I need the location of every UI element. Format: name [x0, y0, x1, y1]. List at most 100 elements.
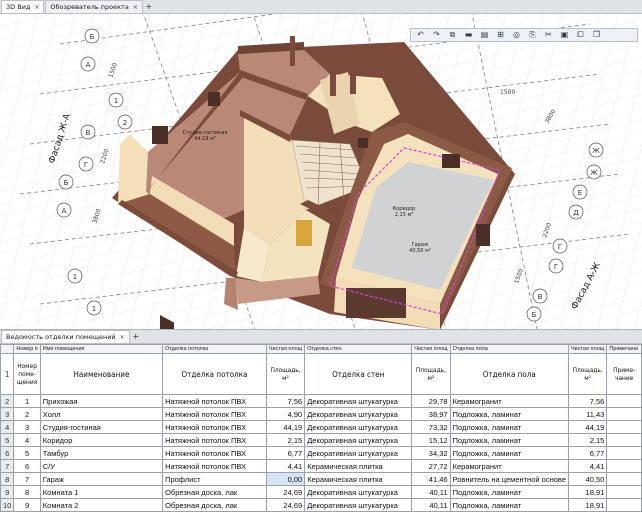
- row-number[interactable]: 7: [0, 459, 15, 473]
- cell-floor-finish[interactable]: Подложка, ламинат: [449, 433, 569, 447]
- header-cell[interactable]: Отделка потолка: [162, 353, 267, 395]
- cell-room-name[interactable]: Тамбур: [39, 446, 164, 460]
- column-header[interactable]: Отделка потолка: [162, 344, 267, 354]
- column-header[interactable]: Чистая площ: [411, 344, 451, 354]
- table-row[interactable]: 9 8 Комната 1 Обрезная доска, лак 24,69 Декор…: [0, 485, 642, 499]
- cell-room-name[interactable]: Коридор: [39, 433, 164, 447]
- cell-floor-finish[interactable]: Подложка, ламинат: [449, 485, 569, 499]
- layers-icon[interactable]: ⧉: [446, 30, 459, 40]
- cell-room-number[interactable]: 3: [13, 420, 41, 434]
- cell-ceiling-finish[interactable]: Натяжной потолок ПВХ: [162, 420, 267, 434]
- add-tab-icon[interactable]: +: [130, 330, 142, 343]
- cell-wall-area[interactable]: 40,11: [411, 498, 451, 512]
- cell-note[interactable]: [606, 433, 642, 447]
- cell-wall-finish[interactable]: Декоративная штукатурка: [304, 407, 413, 421]
- cell-floor-area[interactable]: 18,91: [567, 485, 608, 499]
- cell-ceiling-finish[interactable]: Натяжной потолок ПВХ: [162, 446, 267, 460]
- cell-note[interactable]: [606, 420, 642, 434]
- close-icon[interactable]: ×: [34, 4, 39, 11]
- table-row[interactable]: 10 9 Комната 2 Обрезная доска, лак 24,69 Деко…: [0, 498, 642, 512]
- cell-wall-area[interactable]: 73,32: [411, 420, 451, 434]
- paste-icon[interactable]: ⧠: [574, 30, 587, 40]
- cell-note[interactable]: [606, 407, 642, 421]
- cell-ceiling-area[interactable]: 24,69: [265, 485, 306, 499]
- cell-room-number[interactable]: 9: [13, 498, 41, 512]
- cell-ceiling-area[interactable]: 6,77: [265, 446, 306, 460]
- cell-floor-finish[interactable]: Керамогранит: [449, 459, 569, 473]
- row-number[interactable]: 8: [0, 472, 15, 486]
- cell-wall-area[interactable]: 38,97: [411, 407, 451, 421]
- table-row[interactable]: 4 3 Студия-гостиная Натяжной потолок ПВХ 44,…: [0, 420, 642, 434]
- cell-wall-finish[interactable]: Керамическая плитка: [304, 459, 413, 473]
- table-row[interactable]: 8 7 Гараж Профлист 0,00 Керамическая плитка 41…: [0, 472, 642, 486]
- tab-room-finish-schedule[interactable]: Ведомость отделки помещений ×: [1, 330, 130, 343]
- cell-wall-finish[interactable]: Декоративная штукатурка: [304, 420, 413, 434]
- cell-room-number[interactable]: 5: [13, 446, 41, 460]
- row-number[interactable]: 4: [0, 420, 15, 434]
- table-row[interactable]: 7 6 С/У Натяжной потолок ПВХ 4,41 Керамическа…: [0, 459, 642, 473]
- table-row[interactable]: 6 5 Тамбур Натяжной потолок ПВХ 6,77 Декорати…: [0, 446, 642, 460]
- cell-wall-finish[interactable]: Декоративная штукатурка: [304, 446, 413, 460]
- cell-note[interactable]: [606, 485, 642, 499]
- header-cell[interactable]: Площадь, м²: [265, 353, 306, 395]
- cell-room-number[interactable]: 7: [13, 472, 41, 486]
- cell-ceiling-area[interactable]: 7,56: [265, 394, 306, 408]
- cell-floor-finish[interactable]: Ровнитель на цементной основе: [449, 472, 569, 486]
- row-number[interactable]: 3: [0, 407, 15, 421]
- column-header[interactable]: Номер п: [13, 344, 41, 354]
- cell-ceiling-finish[interactable]: Натяжной потолок ПВХ: [162, 394, 267, 408]
- column-header[interactable]: Примечани: [606, 344, 642, 354]
- header-cell[interactable]: Номер поме-щения: [13, 353, 41, 395]
- cell-ceiling-finish[interactable]: Натяжной потолок ПВХ: [162, 459, 267, 473]
- cell-wall-area[interactable]: 41,46: [411, 472, 451, 486]
- cell-wall-area[interactable]: 34,32: [411, 446, 451, 460]
- column-header[interactable]: Чистая площ: [567, 344, 608, 354]
- cell-floor-area[interactable]: 4,41: [567, 459, 608, 473]
- cell-floor-finish[interactable]: Подложка, ламинат: [449, 420, 569, 434]
- header-cell[interactable]: Наименование: [39, 353, 164, 395]
- cell-wall-area[interactable]: 15,12: [411, 433, 451, 447]
- row-number[interactable]: 6: [0, 446, 15, 460]
- header-cell[interactable]: Приме-чание: [606, 353, 642, 395]
- close-icon[interactable]: ×: [120, 334, 125, 341]
- copy-icon[interactable]: ⎘: [526, 30, 539, 40]
- cell-floor-finish[interactable]: Подложка, ламинат: [449, 498, 569, 512]
- table-row[interactable]: 2 1 Прихожая Натяжной потолок ПВХ 7,56 Декора…: [0, 394, 642, 408]
- cell-note[interactable]: [606, 472, 642, 486]
- cell-ceiling-finish[interactable]: Натяжной потолок ПВХ: [162, 407, 267, 421]
- cell-wall-finish[interactable]: Декоративная штукатурка: [304, 433, 413, 447]
- cell-floor-area[interactable]: 40,50: [567, 472, 608, 486]
- floor-plan-icon[interactable]: ▬: [462, 30, 475, 40]
- row-number[interactable]: 1: [0, 353, 15, 395]
- cell-note[interactable]: [606, 446, 642, 460]
- header-cell[interactable]: Площадь, м²: [411, 353, 451, 395]
- close-icon[interactable]: ×: [133, 4, 138, 11]
- cell-ceiling-finish[interactable]: Обрезная доска, лак: [162, 485, 267, 499]
- cell-floor-area[interactable]: 6,77: [567, 446, 608, 460]
- cell-wall-area[interactable]: 27,72: [411, 459, 451, 473]
- cell-wall-finish[interactable]: Декоративная штукатурка: [304, 498, 413, 512]
- cell-note[interactable]: [606, 498, 642, 512]
- row-number[interactable]: 10: [0, 498, 15, 512]
- cell-floor-finish[interactable]: Подложка, ламинат: [449, 407, 569, 421]
- header-cell[interactable]: Площадь, м²: [567, 353, 608, 395]
- column-header[interactable]: Отделка пола: [449, 344, 569, 354]
- column-header[interactable]: Отделка стен: [304, 344, 413, 354]
- cell-floor-finish[interactable]: Подложка, ламинат: [449, 446, 569, 460]
- 3d-viewport[interactable]: Б А В Г Б А 1 1 1 2 Ж Ж Е Д Г Г В Б 1500…: [0, 14, 642, 330]
- cell-room-name[interactable]: Прихожая: [39, 394, 164, 408]
- scissors-icon[interactable]: ✂: [542, 30, 555, 40]
- column-header[interactable]: Имя помещения: [39, 344, 164, 354]
- tab-3d-view[interactable]: 3D Вид ×: [1, 0, 45, 13]
- section-icon[interactable]: ▤: [478, 30, 491, 40]
- group-icon[interactable]: ⊞: [494, 30, 507, 40]
- header-cell[interactable]: Отделка пола: [449, 353, 569, 395]
- cell-room-number[interactable]: 1: [13, 394, 41, 408]
- cell-ceiling-area[interactable]: 44,19: [265, 420, 306, 434]
- rotate-left-icon[interactable]: ↶: [414, 30, 427, 40]
- cell-room-name[interactable]: Комната 1: [39, 485, 164, 499]
- cell-ceiling-area[interactable]: 0,00: [265, 472, 306, 486]
- cell-room-name[interactable]: С/У: [39, 459, 164, 473]
- cell-wall-area[interactable]: 29,78: [411, 394, 451, 408]
- cell-room-number[interactable]: 6: [13, 459, 41, 473]
